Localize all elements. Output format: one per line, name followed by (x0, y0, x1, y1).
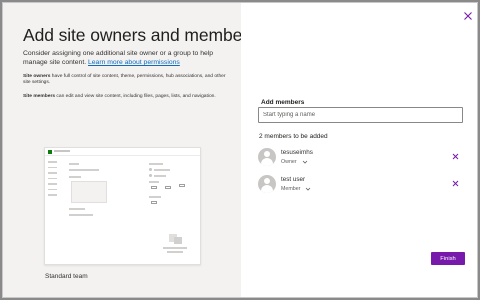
preview-side-heading (149, 163, 163, 165)
members-count-label: 2 members to be added (259, 133, 328, 140)
member-role-dropdown[interactable]: Member (281, 186, 300, 192)
site-owners-description: Site owners have full control of site co… (23, 74, 226, 86)
members-panel: Add members 2 members to be added tesuse… (241, 3, 477, 297)
preview-illustration (167, 232, 183, 244)
preview-line (69, 176, 81, 178)
preview-box (151, 186, 157, 189)
preview-line (69, 169, 99, 171)
info-panel: Add site owners and members Consider ass… (3, 3, 257, 297)
preview-bullet (149, 168, 152, 171)
site-members-description: Site members can edit and view site cont… (23, 94, 216, 99)
add-members-input[interactable] (258, 107, 463, 123)
member-name: tesuseimhs (281, 149, 313, 156)
template-label: Standard team (45, 273, 88, 280)
preview-line (163, 247, 187, 249)
finish-button[interactable]: Finish (431, 252, 465, 265)
preview-line (154, 175, 166, 177)
preview-box (165, 186, 171, 189)
person-avatar-icon (258, 148, 276, 166)
member-role-dropdown[interactable]: Owner (281, 159, 297, 165)
preview-line (149, 196, 161, 198)
intro-text: Consider assigning one additional site o… (23, 50, 214, 66)
close-icon[interactable] (463, 11, 473, 21)
dialog-title: Add site owners and members (23, 25, 257, 45)
chevron-down-icon[interactable] (305, 186, 311, 192)
preview-header (45, 148, 200, 156)
preview-news-card (71, 181, 107, 203)
preview-box (179, 184, 185, 187)
remove-icon[interactable] (452, 153, 459, 160)
remove-icon[interactable] (452, 180, 459, 187)
preview-bullet (149, 174, 152, 177)
preview-logo (48, 150, 52, 154)
preview-line (154, 169, 170, 171)
chevron-down-icon[interactable] (302, 159, 308, 165)
member-name: test user (281, 176, 306, 183)
preview-line (149, 181, 159, 183)
preview-box (151, 201, 157, 204)
learn-more-link[interactable]: Learn more about permissions (88, 59, 180, 66)
preview-navigation (48, 161, 57, 200)
person-avatar-icon (258, 175, 276, 193)
preview-site-name (54, 150, 70, 152)
member-row: tesuseimhs Owner (258, 148, 463, 170)
add-owners-members-dialog: Add site owners and members Consider ass… (2, 2, 478, 298)
preview-heading (69, 163, 79, 165)
site-template-preview (44, 147, 201, 265)
preview-line (69, 208, 85, 210)
preview-line (167, 251, 183, 253)
add-members-label: Add members (261, 99, 305, 106)
preview-line (69, 214, 93, 216)
member-row: test user Member (258, 175, 463, 197)
